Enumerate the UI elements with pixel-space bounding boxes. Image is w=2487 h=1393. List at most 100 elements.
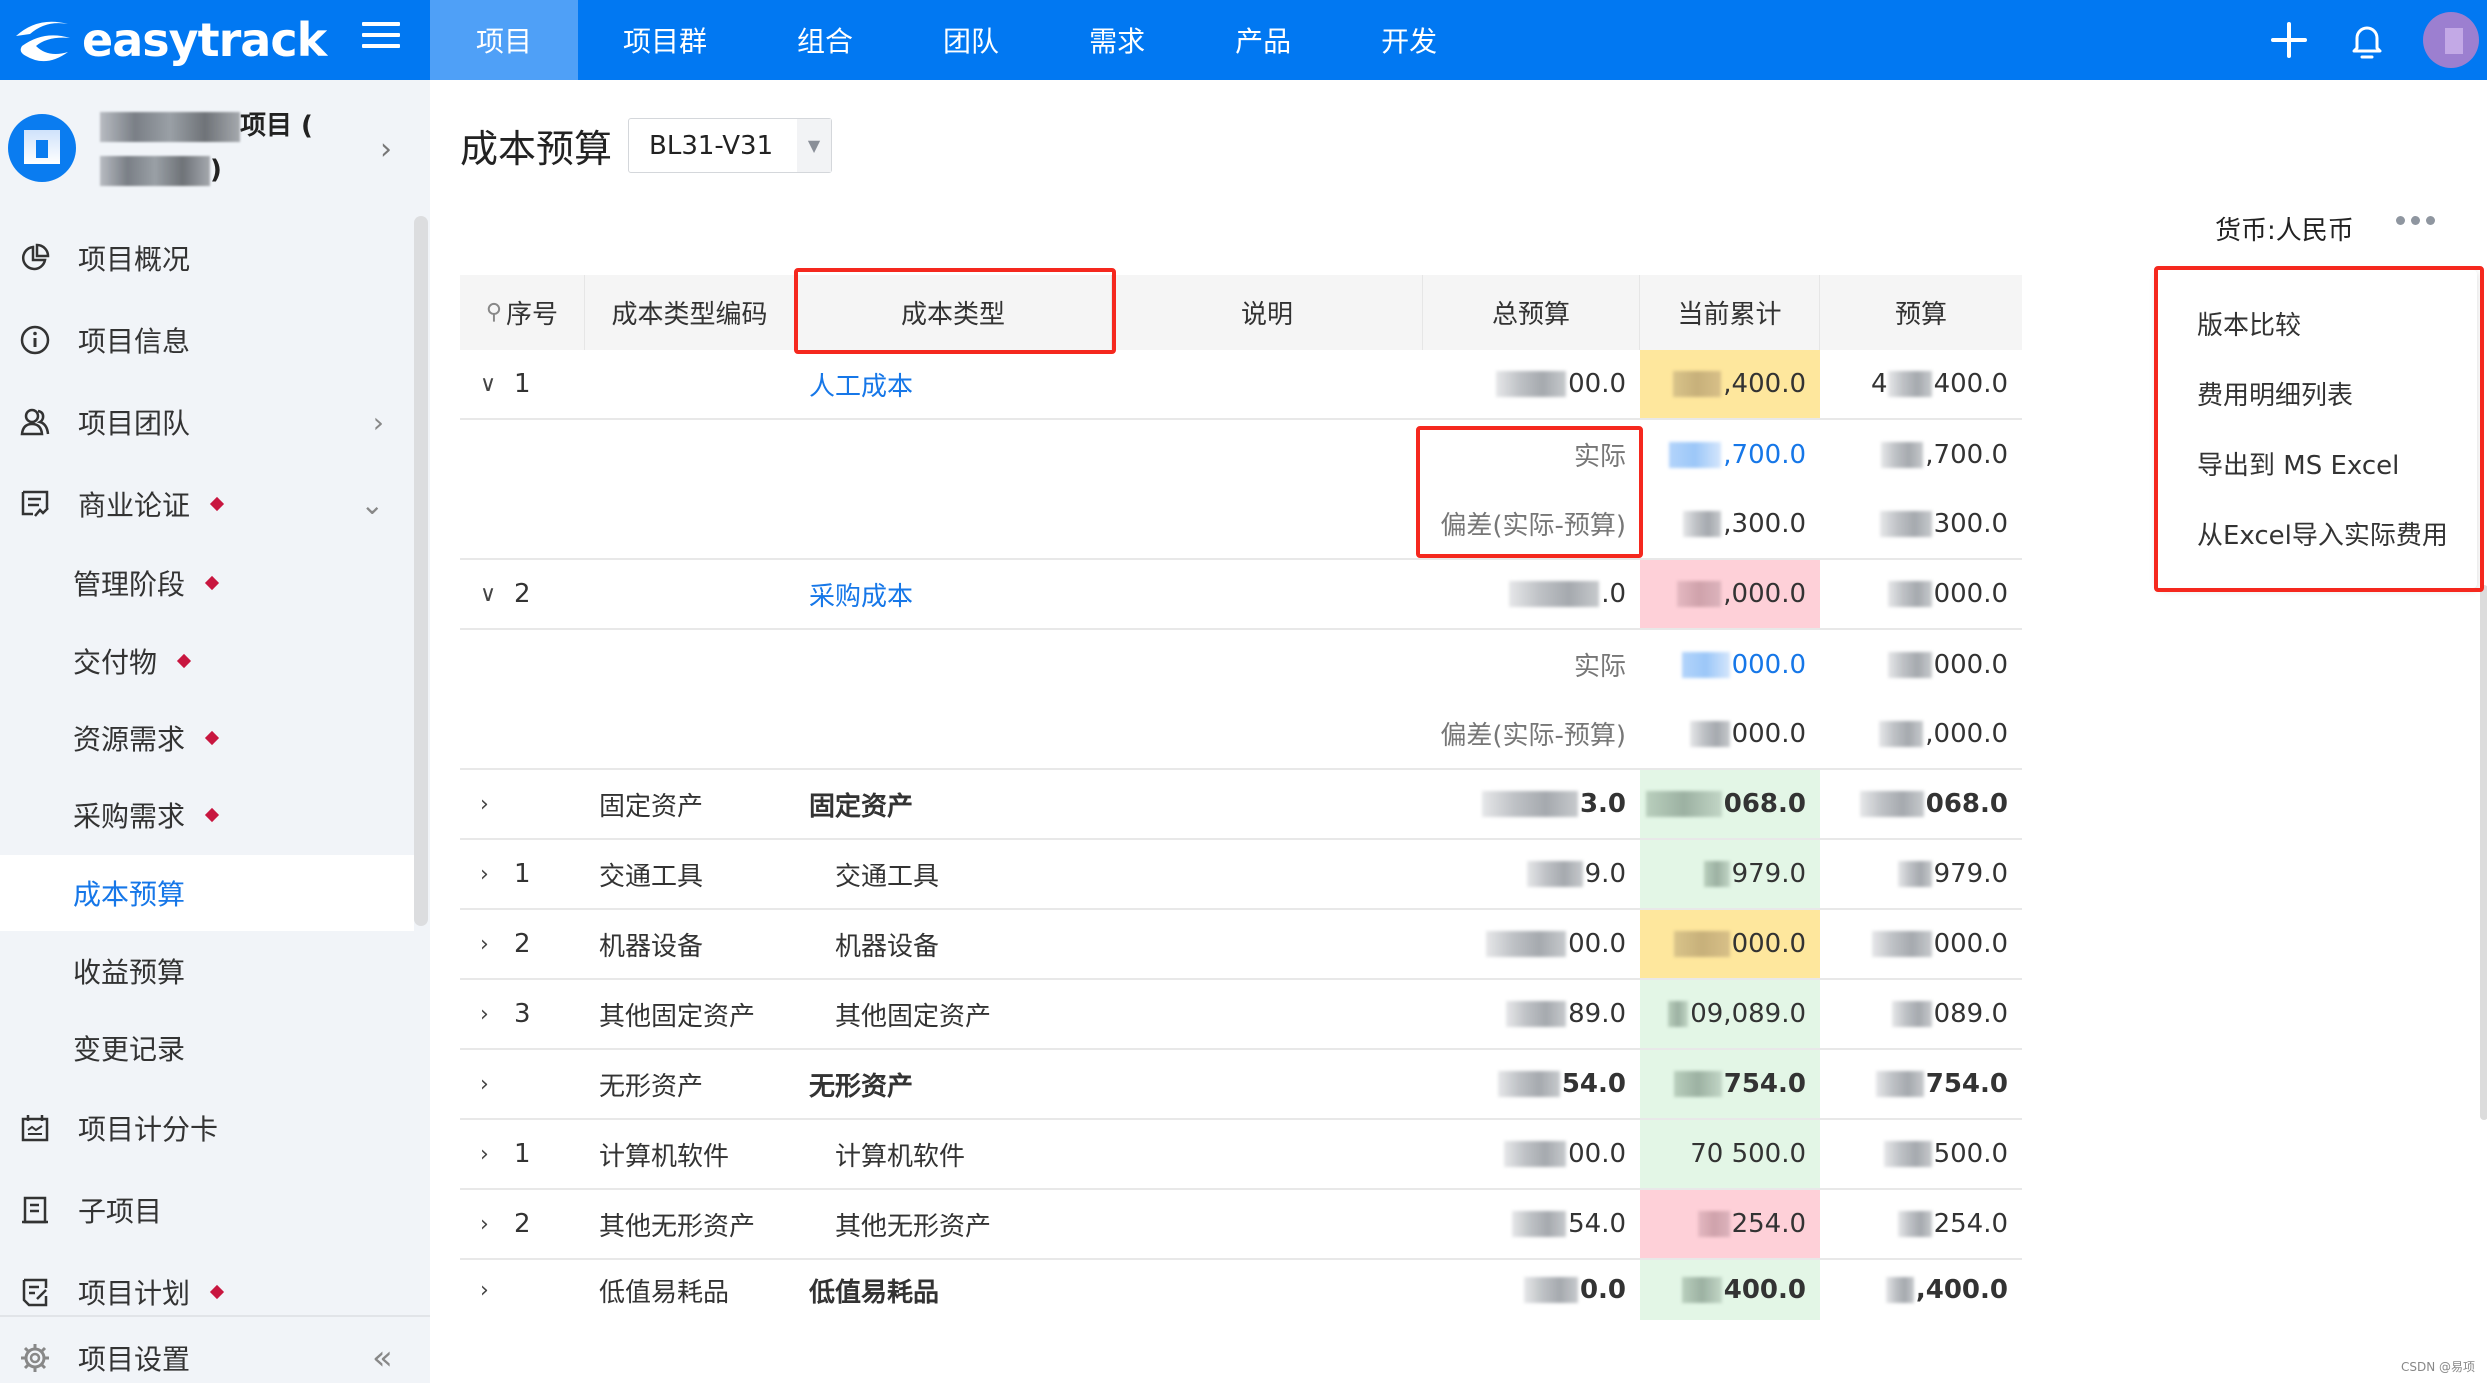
row-total-budget: 00.0 <box>1423 350 1640 418</box>
project-name: 项目 ( ) <box>100 104 330 192</box>
sidebar-item-resource-requirements[interactable]: 资源需求 <box>0 700 414 776</box>
menu-item-version-compare[interactable]: 版本比较 <box>2157 288 2477 358</box>
chevron-right-icon[interactable]: › <box>480 862 506 887</box>
sidebar-item-management-stages[interactable]: 管理阶段 <box>0 545 414 621</box>
sidebar-item-info[interactable]: 项目信息 <box>0 302 414 378</box>
table-row[interactable]: › 无形资产 无形资产 54.0 754.0 754.0 <box>460 1050 2022 1120</box>
menu-item-import-actual-costs[interactable]: 从Excel导入实际费用 <box>2157 498 2477 568</box>
sidebar-item-deliverables[interactable]: 交付物 <box>0 623 414 699</box>
actual-current-value[interactable]: ,700.0 <box>1640 420 1820 489</box>
project-header[interactable]: 项目 ( ) › <box>0 80 430 210</box>
row-cost-type: 低值易耗品 <box>795 1260 1112 1320</box>
value-text: 068.0 <box>1724 789 1806 819</box>
column-header-code[interactable]: 成本类型编码 <box>585 275 795 350</box>
row-cost-type: 其他无形资产 <box>795 1190 1112 1258</box>
sidebar-item-overview[interactable]: 项目概况 <box>0 220 414 296</box>
table-row[interactable]: › 低值易耗品 低值易耗品 0.0 400.0 ,400.0 <box>460 1260 2022 1320</box>
column-header-seq[interactable]: ⚲序号 <box>460 275 585 350</box>
nav-tab-product[interactable]: 产品 <box>1190 0 1336 80</box>
menu-toggle-icon[interactable] <box>362 22 400 56</box>
row-total-budget: 54.0 <box>1423 1190 1640 1258</box>
column-header-current-cumulative[interactable]: 当前累计 <box>1640 275 1820 350</box>
row-cost-type: 计算机软件 <box>795 1120 1112 1188</box>
row-cost-type-link[interactable]: 采购成本 <box>795 560 1112 628</box>
chevron-down-icon[interactable]: ∨ <box>480 372 506 397</box>
row-budget: 000.0 <box>1820 910 2022 978</box>
caret-down-icon: ▼ <box>797 119 831 172</box>
version-select[interactable]: BL31-V31 ▼ <box>628 118 832 173</box>
sidebar-item-team[interactable]: 项目团队 › <box>0 384 414 460</box>
row-budget: 979.0 <box>1820 840 2022 908</box>
sidebar-item-change-log[interactable]: 变更记录 <box>0 1010 414 1086</box>
sidebar-item-scorecard[interactable]: 项目计分卡 <box>0 1090 414 1166</box>
chevron-right-icon[interactable]: › <box>480 792 506 817</box>
sidebar-item-plan[interactable]: 项目计划 <box>0 1254 414 1330</box>
nav-tab-portfolio[interactable]: 组合 <box>752 0 898 80</box>
sidebar-item-business-case[interactable]: 商业论证 ⌄ <box>0 466 414 542</box>
row-total-budget: 89.0 <box>1423 980 1640 1048</box>
sidebar-item-cost-budget[interactable]: 成本预算 <box>0 855 414 931</box>
chevron-right-icon[interactable]: › <box>480 1212 506 1237</box>
value-text: 00.0 <box>1568 1139 1626 1169</box>
required-marker-icon <box>205 576 219 590</box>
menu-item-expense-detail-list[interactable]: 费用明细列表 <box>2157 358 2477 428</box>
table-row[interactable]: ›1 计算机软件 计算机软件 00.0 70 500.0 500.0 <box>460 1120 2022 1190</box>
value-text: ,300.0 <box>1723 509 1806 539</box>
bell-icon[interactable] <box>2345 18 2389 62</box>
sidebar-item-subprojects[interactable]: 子项目 <box>0 1172 414 1248</box>
nav-tab-project[interactable]: 项目 <box>430 0 578 80</box>
nav-tab-team[interactable]: 团队 <box>898 0 1044 80</box>
plus-icon[interactable] <box>2269 20 2309 60</box>
menu-item-export-excel[interactable]: 导出到 MS Excel <box>2157 428 2477 498</box>
column-header-budget[interactable]: 预算 <box>1820 275 2022 350</box>
row-code: 其他固定资产 <box>585 980 795 1048</box>
row-current-cumulative: ,400.0 <box>1640 350 1820 418</box>
row-budget: 254.0 <box>1820 1190 2022 1258</box>
table-row[interactable]: › 固定资产 固定资产 3.0 068.0 068.0 <box>460 770 2022 840</box>
chevron-down-icon[interactable]: ∨ <box>480 582 506 607</box>
more-options-icon[interactable] <box>2396 216 2435 225</box>
row-code: 机器设备 <box>585 910 795 978</box>
table-row[interactable]: ∨1 人工成本 00.0 ,400.0 4400.0 <box>460 350 2022 420</box>
column-header-total-budget[interactable]: 总预算 <box>1423 275 1640 350</box>
sidebar-item-label: 资源需求 <box>73 718 185 758</box>
avatar[interactable] <box>2423 12 2479 68</box>
table-row[interactable]: ∨2 采购成本 .0 ,000.0 000.0 <box>460 560 2022 630</box>
value-text: 000.0 <box>1934 929 2008 959</box>
table-row[interactable]: ›3 其他固定资产 其他固定资产 89.0 09,089.0 089.0 <box>460 980 2022 1050</box>
row-budget: 4400.0 <box>1820 350 2022 418</box>
brand-logo[interactable]: easytrack <box>8 8 326 72</box>
table-row[interactable]: ›2 机器设备 机器设备 00.0 000.0 000.0 <box>460 910 2022 980</box>
row-code: 低值易耗品 <box>585 1260 795 1320</box>
collapse-sidebar-icon[interactable]: « <box>372 1338 393 1378</box>
table-row[interactable]: ›1 交通工具 交通工具 9.0 979.0 979.0 <box>460 840 2022 910</box>
column-settings-icon[interactable]: ⚲ <box>486 300 502 325</box>
table-row[interactable]: ›2 其他无形资产 其他无形资产 54.0 254.0 254.0 <box>460 1190 2022 1260</box>
chevron-right-icon[interactable]: › <box>480 932 506 957</box>
chevron-right-icon[interactable]: › <box>480 1072 506 1097</box>
chevron-right-icon[interactable]: › <box>480 1278 506 1303</box>
sidebar-item-label: 成本预算 <box>73 873 185 913</box>
sidebar-item-procurement-requirements[interactable]: 采购需求 <box>0 777 414 853</box>
chevron-right-icon[interactable]: › <box>480 1142 506 1167</box>
actual-current-value[interactable]: 000.0 <box>1640 630 1820 699</box>
content-scrollbar[interactable] <box>2480 585 2487 1120</box>
column-header-cost-type[interactable]: 成本类型 <box>795 275 1112 350</box>
nav-tab-requirements[interactable]: 需求 <box>1044 0 1190 80</box>
sidebar-scrollbar[interactable] <box>414 216 428 926</box>
sidebar-item-label: 采购需求 <box>73 795 185 835</box>
chevron-right-icon: › <box>373 406 384 439</box>
sidebar-item-revenue-budget[interactable]: 收益预算 <box>0 933 414 1009</box>
row-current-cumulative: ,000.0 <box>1640 560 1820 628</box>
chevron-right-icon[interactable]: › <box>380 132 392 167</box>
easytrack-logo-icon <box>8 12 78 68</box>
column-header-description[interactable]: 说明 <box>1112 275 1423 350</box>
row-cost-type-link[interactable]: 人工成本 <box>795 350 1112 418</box>
nav-tab-development[interactable]: 开发 <box>1336 0 1482 80</box>
chevron-right-icon[interactable]: › <box>480 1002 506 1027</box>
value-text: 254.0 <box>1934 1209 2008 1239</box>
value-text: ,700.0 <box>1925 440 2008 470</box>
value-text: ,000.0 <box>1925 719 2008 749</box>
variance-current-value: ,300.0 <box>1640 489 1820 558</box>
nav-tab-program[interactable]: 项目群 <box>578 0 752 80</box>
